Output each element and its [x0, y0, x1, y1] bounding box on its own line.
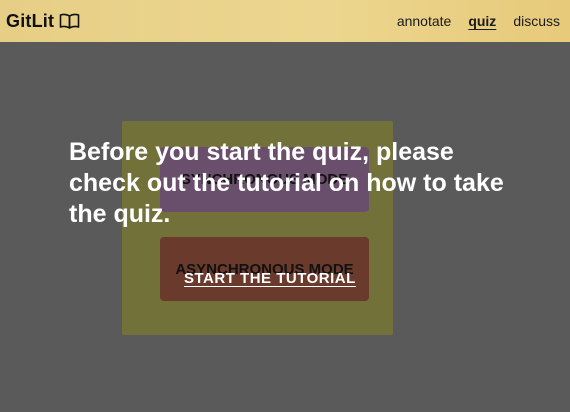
brand-name[interactable]: GitLit	[6, 11, 54, 32]
nav-annotate[interactable]: annotate	[397, 13, 452, 29]
tutorial-prompt: Before you start the quiz, please check …	[69, 138, 504, 228]
book-icon	[59, 13, 80, 29]
brand[interactable]: GitLit	[6, 11, 80, 32]
nav-quiz[interactable]: quiz	[468, 13, 496, 29]
top-navbar: GitLit annotate quiz discuss	[0, 0, 570, 42]
asynchronous-mode-button[interactable]: ASYNCHRONOUS MODE	[160, 237, 369, 301]
start-tutorial-link[interactable]: START THE TUTORIAL	[184, 270, 356, 287]
nav-discuss[interactable]: discuss	[513, 13, 560, 29]
main-nav: annotate quiz discuss	[397, 13, 560, 29]
